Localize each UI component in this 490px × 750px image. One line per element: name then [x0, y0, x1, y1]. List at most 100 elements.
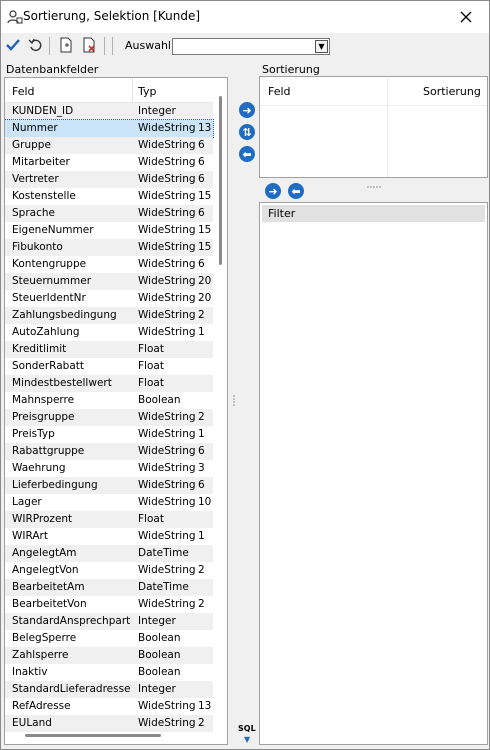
sql-dropdown-arrow-icon[interactable]: ▼ [244, 735, 250, 744]
table-row[interactable]: Sprache WideString 6 [5, 205, 213, 222]
table-row[interactable]: Zahlungsbedingung WideString 2 [5, 307, 213, 324]
sort-list[interactable]: Feld Sortierung [259, 76, 488, 178]
field-type: Float [138, 377, 164, 389]
sort-column-order[interactable]: Sortierung [423, 85, 481, 98]
table-row[interactable]: StandardAnsprechpart... Integer [5, 613, 213, 630]
table-row[interactable]: StandardLieferadresse Integer [5, 681, 213, 698]
table-row[interactable]: BelegSperre Boolean [5, 630, 213, 647]
field-length: 6 [198, 479, 205, 491]
sql-button[interactable]: SQL [238, 724, 256, 733]
table-row[interactable]: Mitarbeiter WideString 6 [5, 154, 213, 171]
table-row[interactable]: Rabattgruppe WideString 6 [5, 443, 213, 460]
field-type: Float [138, 360, 164, 372]
dialog-window: Sortierung, Selektion [Kunde] Auswahl ▼ … [0, 0, 490, 750]
toolbar-separator [104, 37, 105, 55]
delete-button[interactable] [80, 37, 98, 55]
filter-panel[interactable]: Filter [259, 202, 488, 745]
column-header-field[interactable]: Feld [12, 85, 35, 98]
field-type: WideString [138, 156, 196, 168]
field-type: Integer [138, 683, 176, 695]
table-row[interactable]: BearbeitetAm DateTime [5, 579, 213, 596]
field-type: WideString [138, 462, 196, 474]
table-row[interactable]: EULand WideString 2 [5, 715, 213, 732]
table-row[interactable]: Vertreter WideString 6 [5, 171, 213, 188]
column-header-type[interactable]: Typ [138, 85, 157, 98]
field-type: WideString [138, 598, 196, 610]
table-row[interactable]: Mahnsperre Boolean [5, 392, 213, 409]
field-name: StandardLieferadresse [12, 683, 130, 695]
field-length: 15 [198, 241, 212, 253]
table-row[interactable]: BearbeitetVon WideString 2 [5, 596, 213, 613]
field-name: Mahnsperre [12, 394, 75, 406]
field-type: WideString [138, 173, 196, 185]
new-button[interactable] [57, 37, 75, 55]
field-type: Float [138, 343, 164, 355]
table-row[interactable]: Kreditlimit Float [5, 341, 213, 358]
table-row[interactable]: Kostenstelle WideString 15 [5, 188, 213, 205]
field-length: 6 [198, 139, 205, 151]
field-name: Nummer [12, 122, 58, 134]
sort-column-field[interactable]: Feld [268, 85, 291, 98]
table-row[interactable]: Kontengruppe WideString 6 [5, 256, 213, 273]
remove-filter-button[interactable]: ⬅ [288, 183, 304, 199]
field-length: 6 [198, 173, 205, 185]
table-row[interactable]: EigeneNummer WideString 15 [5, 222, 213, 239]
confirm-button[interactable] [4, 37, 22, 55]
field-length: 2 [198, 598, 205, 610]
table-row[interactable]: SteuerIdentNr WideString 20 [5, 290, 213, 307]
table-row[interactable]: AngelegtVon WideString 2 [5, 562, 213, 579]
auswahl-dropdown[interactable]: ▼ [172, 38, 330, 55]
add-sort-button[interactable]: ➜ [239, 102, 255, 118]
table-row[interactable]: Lieferbedingung WideString 6 [5, 477, 213, 494]
arrow-left-icon: ⬅ [242, 147, 252, 161]
title-bar: Sortierung, Selektion [Kunde] [1, 1, 489, 33]
chevron-down-icon[interactable]: ▼ [315, 40, 328, 53]
splitter-grip[interactable] [233, 395, 235, 407]
close-icon [460, 8, 472, 27]
horizontal-scrollbar[interactable] [25, 734, 161, 737]
table-row[interactable]: Zahlsperre Boolean [5, 647, 213, 664]
table-row[interactable]: AutoZahlung WideString 1 [5, 324, 213, 341]
column-divider[interactable] [132, 78, 133, 102]
table-row[interactable]: AngelegtAm DateTime [5, 545, 213, 562]
table-row[interactable]: PreisTyp WideString 1 [5, 426, 213, 443]
table-row[interactable]: Preisgruppe WideString 2 [5, 409, 213, 426]
table-row[interactable]: SonderRabatt Float [5, 358, 213, 375]
field-length: 6 [198, 207, 205, 219]
vertical-scrollbar[interactable] [219, 96, 222, 265]
toolbar-separator [49, 37, 50, 55]
field-length: 2 [198, 717, 205, 729]
field-name: EULand [12, 717, 52, 729]
table-row[interactable]: Fibukonto WideString 15 [5, 239, 213, 256]
field-type: WideString [138, 700, 196, 712]
field-type: WideString [138, 717, 196, 729]
field-name: Preisgruppe [12, 411, 75, 423]
field-type: Float [138, 513, 164, 525]
field-name: Waehrung [12, 462, 66, 474]
field-name: Fibukonto [12, 241, 63, 253]
table-row[interactable]: WIRProzent Float [5, 511, 213, 528]
table-row[interactable]: RefAdresse WideString 13 [5, 698, 213, 715]
field-name: BearbeitetVon [12, 598, 87, 610]
database-fields-list[interactable]: Feld Typ KUNDEN_ID Integer Nummer WideStrin… [4, 77, 228, 745]
table-row[interactable]: KUNDEN_ID Integer [5, 103, 213, 120]
column-divider[interactable] [387, 77, 388, 177]
field-name: Kostenstelle [12, 190, 76, 202]
field-name: RefAdresse [12, 700, 71, 712]
field-type: DateTime [138, 581, 189, 593]
table-row[interactable]: Gruppe WideString 6 [5, 137, 213, 154]
remove-sort-button[interactable]: ⬅ [239, 146, 255, 162]
field-name: EigeneNummer [12, 224, 94, 236]
splitter-grip[interactable] [367, 178, 381, 188]
table-row[interactable]: Steuernummer WideString 20 [5, 273, 213, 290]
add-filter-button[interactable]: ➜ [265, 183, 281, 199]
table-row[interactable]: Waehrung WideString 3 [5, 460, 213, 477]
table-row[interactable]: WIRArt WideString 1 [5, 528, 213, 545]
table-row[interactable]: Inaktiv Boolean [5, 664, 213, 681]
table-row[interactable]: Lager WideString 10 [5, 494, 213, 511]
table-row[interactable]: Mindestbestellwert Float [5, 375, 213, 392]
reset-button[interactable] [27, 37, 45, 55]
close-button[interactable] [443, 1, 489, 33]
toggle-sort-direction-button[interactable]: ⇅ [239, 124, 255, 140]
table-row[interactable]: Nummer WideString 13 [5, 119, 214, 138]
